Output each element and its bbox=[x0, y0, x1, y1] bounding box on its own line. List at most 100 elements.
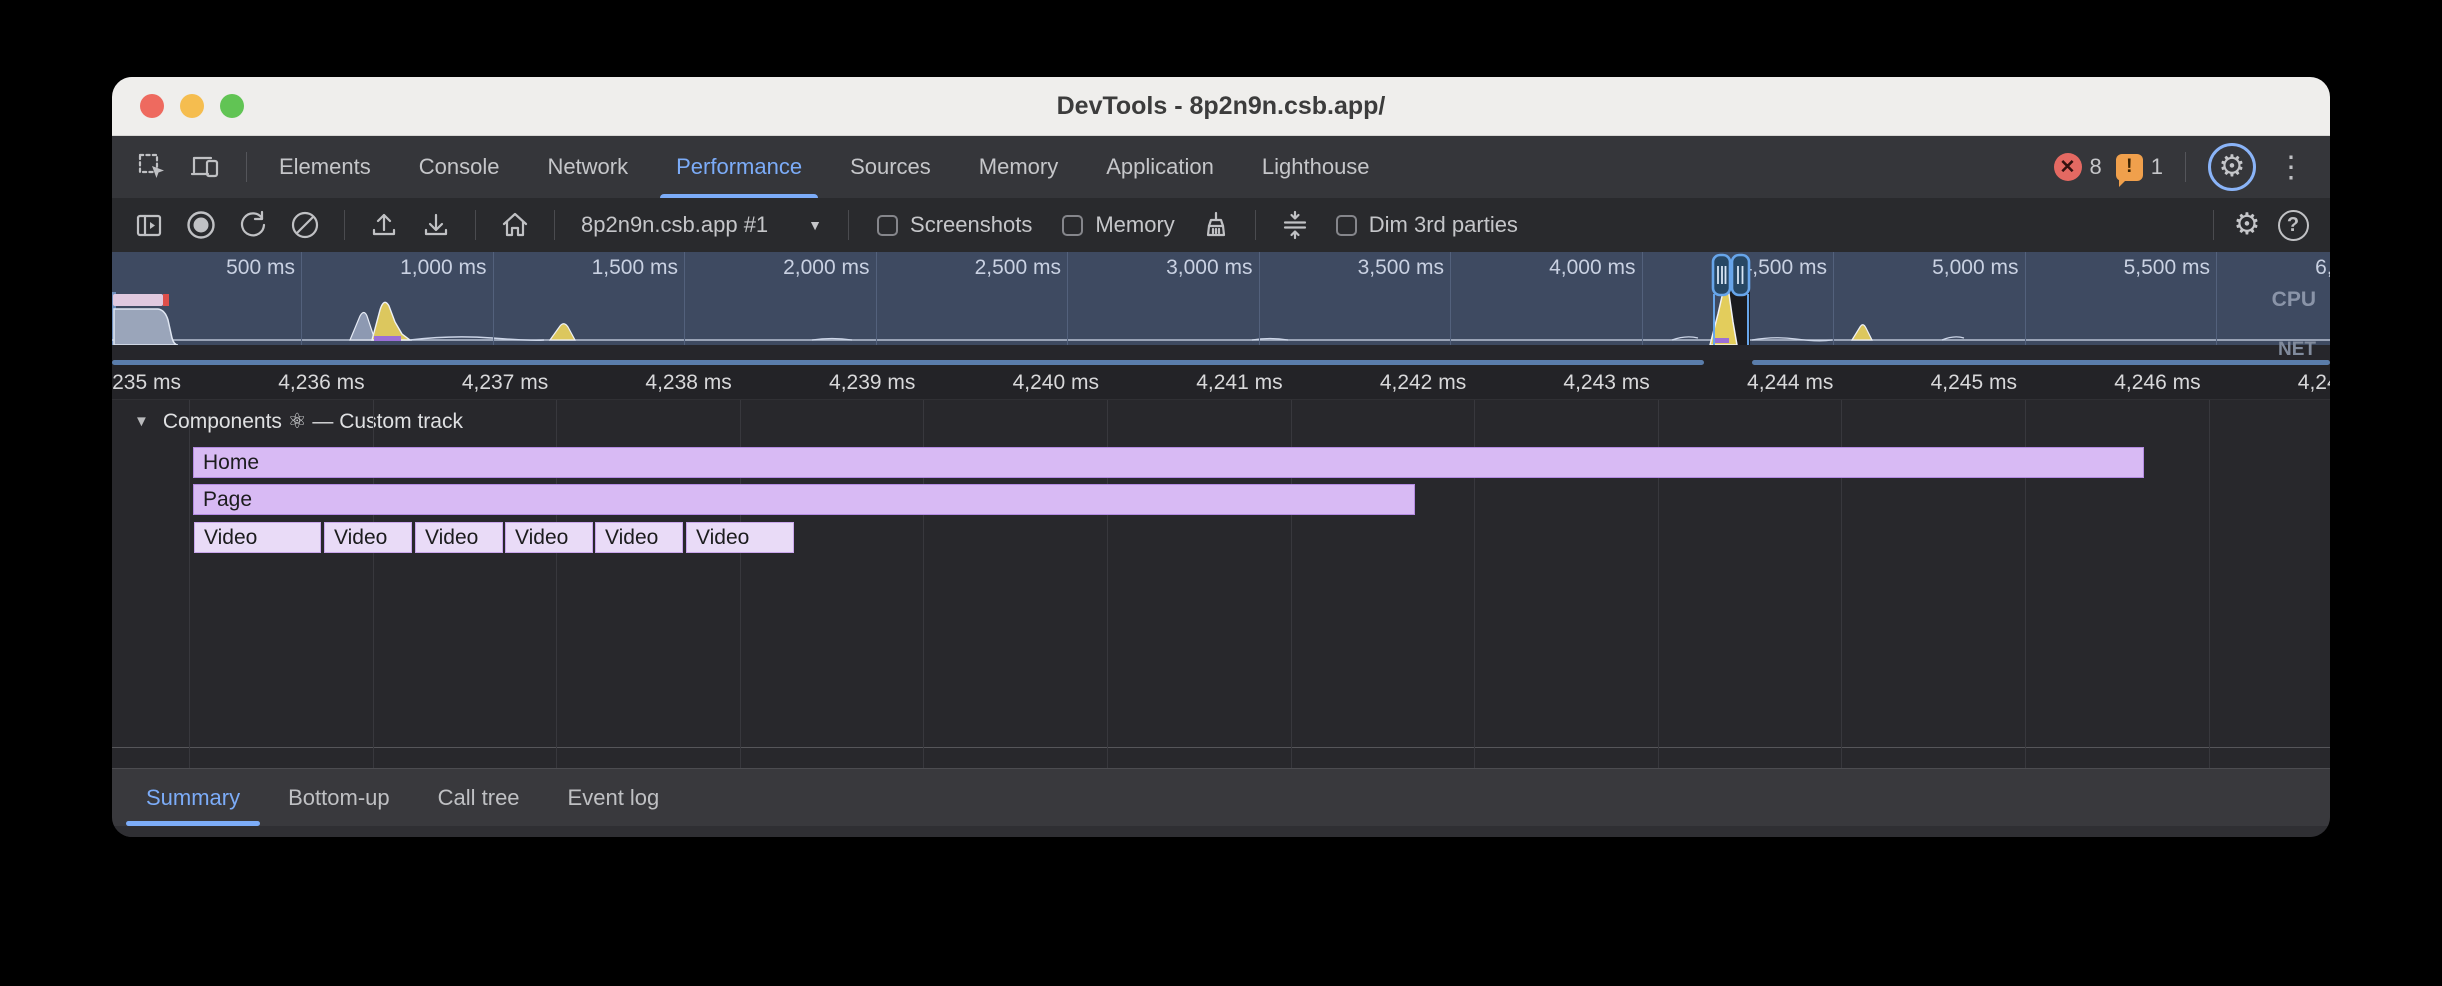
checkbox-label: Dim 3rd parties bbox=[1369, 212, 1518, 238]
target-selector[interactable]: 8p2n9n.csb.app #1 ▼ bbox=[571, 212, 832, 238]
tab-application[interactable]: Application bbox=[1082, 136, 1238, 198]
help-button[interactable]: ? bbox=[2270, 203, 2316, 247]
track-bar-video[interactable]: Video bbox=[324, 522, 412, 553]
ruler-tick-label: 4,238 ms bbox=[645, 371, 731, 395]
custom-track-header[interactable]: ▼ Components ⚛ — Custom track bbox=[134, 409, 463, 434]
ruler-tick-label: 4,240 ms bbox=[1013, 371, 1099, 395]
home-icon[interactable] bbox=[492, 203, 538, 247]
network-lane: NET bbox=[112, 345, 2330, 360]
memory-checkbox[interactable]: Memory bbox=[1050, 212, 1186, 238]
inspect-element-icon[interactable] bbox=[130, 145, 174, 189]
net-lane-label: NET bbox=[2278, 339, 2316, 361]
track-bar-video[interactable]: Video bbox=[595, 522, 683, 553]
chart-gridline bbox=[2209, 400, 2210, 768]
range-handle-left[interactable] bbox=[1713, 255, 1730, 295]
flamechart-area[interactable]: ▼ Components ⚛ — Custom track Home Page Vi… bbox=[112, 400, 2330, 768]
target-selector-value: 8p2n9n.csb.app #1 bbox=[581, 212, 768, 238]
separator bbox=[1255, 210, 1256, 240]
ruler-tick-label: 4,245 ms bbox=[1931, 371, 2017, 395]
timeline-overview[interactable]: 500 ms1,000 ms1,500 ms2,000 ms2,500 ms3,… bbox=[112, 252, 2330, 345]
ruler-tick-label: 4,237 ms bbox=[462, 371, 548, 395]
titlebar: DevTools - 8p2n9n.csb.app/ bbox=[112, 77, 2330, 136]
time-ruler: 4,235 ms4,236 ms4,237 ms4,238 ms4,239 ms… bbox=[112, 366, 2330, 400]
console-issues-button[interactable]: ! 1 bbox=[2116, 154, 2163, 181]
track-bar-video[interactable]: Video bbox=[415, 522, 503, 553]
collect-garbage-icon[interactable] bbox=[1193, 203, 1239, 247]
tab-network[interactable]: Network bbox=[523, 136, 652, 198]
separator bbox=[2185, 152, 2186, 182]
separator bbox=[2213, 210, 2214, 240]
separator bbox=[475, 210, 476, 240]
track-bar-video[interactable]: Video bbox=[194, 522, 321, 553]
custom-track-title: Components ⚛ — Custom track bbox=[163, 409, 463, 434]
tab-summary[interactable]: Summary bbox=[122, 769, 264, 826]
more-options-button[interactable]: ⋮ bbox=[2270, 150, 2312, 185]
toggle-sidebar-button[interactable] bbox=[126, 203, 172, 247]
collapse-sections-icon[interactable] bbox=[1272, 203, 1318, 247]
minimize-window-button[interactable] bbox=[180, 94, 204, 118]
scrollbar-thumb[interactable] bbox=[1752, 360, 2330, 365]
checkbox-box bbox=[1062, 215, 1083, 236]
track-divider bbox=[112, 747, 2330, 748]
settings-button[interactable]: ⚙ bbox=[2208, 143, 2256, 191]
tab-sources[interactable]: Sources bbox=[826, 136, 955, 198]
record-button[interactable] bbox=[178, 203, 224, 247]
checkbox-box bbox=[877, 215, 898, 236]
track-bar-video[interactable]: Video bbox=[505, 522, 593, 553]
ruler-tick-label: 4,235 ms bbox=[112, 371, 181, 395]
analysis-tabbar: SummaryBottom-upCall treeEvent log bbox=[112, 768, 2330, 826]
track-bar-video[interactable]: Video bbox=[686, 522, 794, 553]
devtools-tabbar: ElementsConsoleNetworkPerformanceSources… bbox=[112, 136, 2330, 198]
ruler-tick-label: 4,243 ms bbox=[1563, 371, 1649, 395]
zoom-window-button[interactable] bbox=[220, 94, 244, 118]
tab-performance[interactable]: Performance bbox=[652, 136, 826, 198]
checkbox-label: Screenshots bbox=[910, 212, 1032, 238]
range-handle-right[interactable] bbox=[1732, 255, 1749, 295]
checkbox-box bbox=[1336, 215, 1357, 236]
tab-event-log[interactable]: Event log bbox=[544, 769, 684, 826]
question-icon: ? bbox=[2278, 210, 2309, 241]
tab-memory[interactable]: Memory bbox=[955, 136, 1082, 198]
gear-icon: ⚙ bbox=[2219, 152, 2246, 182]
issue-count: 1 bbox=[2151, 154, 2163, 180]
separator bbox=[848, 210, 849, 240]
capture-settings-button[interactable]: ⚙ bbox=[2224, 203, 2270, 247]
devtools-window: DevTools - 8p2n9n.csb.app/ ElementsConso… bbox=[112, 77, 2330, 837]
performance-toolbar: 8p2n9n.csb.app #1 ▼ Screenshots Memory bbox=[112, 198, 2330, 252]
tab-lighthouse[interactable]: Lighthouse bbox=[1238, 136, 1394, 198]
scrollbar-thumb[interactable] bbox=[112, 360, 1704, 365]
console-errors-button[interactable]: ✕ 8 bbox=[2054, 153, 2102, 181]
bottom-strip bbox=[112, 826, 2330, 837]
save-profile-icon[interactable] bbox=[413, 203, 459, 247]
clear-button[interactable] bbox=[282, 203, 328, 247]
ruler-tick-label: 4,246 ms bbox=[2114, 371, 2200, 395]
ruler-tick-label: 4,239 ms bbox=[829, 371, 915, 395]
reload-and-record-button[interactable] bbox=[230, 203, 276, 247]
tab-call-tree[interactable]: Call tree bbox=[414, 769, 544, 826]
expander-triangle-icon[interactable]: ▼ bbox=[134, 413, 149, 430]
dim-3rd-parties-checkbox[interactable]: Dim 3rd parties bbox=[1324, 212, 1530, 238]
ruler-tick-label: 4,242 ms bbox=[1380, 371, 1466, 395]
tab-bottom-up[interactable]: Bottom-up bbox=[264, 769, 414, 826]
window-title: DevTools - 8p2n9n.csb.app/ bbox=[1057, 92, 1386, 121]
tab-console[interactable]: Console bbox=[395, 136, 524, 198]
error-icon: ✕ bbox=[2054, 153, 2082, 181]
track-bar-home[interactable]: Home bbox=[193, 447, 2144, 478]
range-handles bbox=[112, 252, 2330, 345]
screenshots-checkbox[interactable]: Screenshots bbox=[865, 212, 1044, 238]
checkbox-label: Memory bbox=[1095, 212, 1174, 238]
device-toolbar-icon[interactable] bbox=[184, 145, 228, 189]
load-profile-icon[interactable] bbox=[361, 203, 407, 247]
track-bar-page[interactable]: Page bbox=[193, 484, 1415, 515]
separator bbox=[246, 152, 247, 182]
close-window-button[interactable] bbox=[140, 94, 164, 118]
tab-elements[interactable]: Elements bbox=[255, 136, 395, 198]
ruler-tick-label: 4,241 ms bbox=[1196, 371, 1282, 395]
main-tab-strip: ElementsConsoleNetworkPerformanceSources… bbox=[255, 136, 1394, 198]
cpu-lane-label: CPU bbox=[2272, 288, 2316, 312]
separator bbox=[344, 210, 345, 240]
chart-gridline bbox=[189, 400, 190, 768]
gear-icon: ⚙ bbox=[2234, 210, 2261, 240]
separator bbox=[554, 210, 555, 240]
traffic-lights bbox=[140, 94, 244, 118]
